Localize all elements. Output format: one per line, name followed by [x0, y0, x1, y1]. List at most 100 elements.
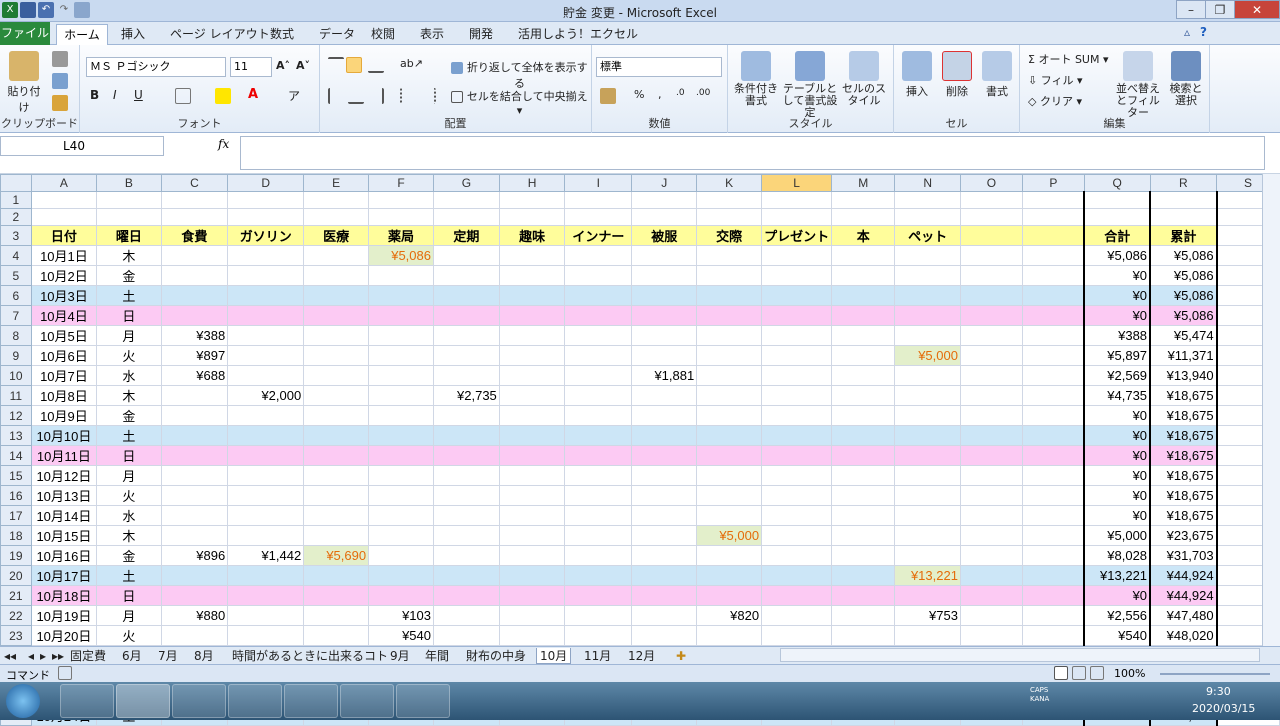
column-header[interactable]: R — [1149, 174, 1218, 192]
cell[interactable] — [160, 285, 229, 306]
cell[interactable] — [894, 208, 961, 226]
shrink-font-icon[interactable]: A˅ — [296, 59, 310, 72]
explorer-icon[interactable] — [172, 684, 226, 718]
cell[interactable] — [368, 265, 434, 286]
close-button[interactable]: ✕ — [1234, 0, 1280, 19]
cell[interactable] — [227, 425, 305, 446]
column-header[interactable]: F — [368, 174, 434, 192]
table-row[interactable]: 1 — [0, 191, 1280, 209]
cell[interactable] — [959, 425, 1023, 446]
cell[interactable] — [894, 245, 961, 266]
cell[interactable] — [894, 445, 961, 466]
table-row[interactable]: 18 10月15日木 ¥5,000 ¥5,000 ¥23,675 — [0, 525, 1280, 546]
cell[interactable] — [761, 345, 833, 366]
cell[interactable] — [303, 385, 370, 406]
cell[interactable]: 10月20日 — [30, 625, 98, 646]
column-header[interactable]: L — [761, 174, 833, 192]
cell[interactable] — [432, 545, 500, 566]
cell[interactable]: 10月19日 — [30, 605, 98, 626]
cell[interactable] — [894, 405, 961, 426]
cell[interactable] — [894, 285, 961, 306]
cell[interactable] — [1021, 505, 1085, 526]
cell[interactable] — [696, 585, 763, 606]
cell[interactable] — [1149, 191, 1218, 209]
table-row[interactable]: 13 10月10日土 ¥0 ¥18,675 — [0, 425, 1280, 446]
cell[interactable] — [368, 485, 434, 506]
cell[interactable] — [564, 385, 633, 406]
cell[interactable] — [432, 505, 500, 526]
cell[interactable] — [696, 285, 763, 306]
cell[interactable] — [432, 305, 500, 326]
cell[interactable] — [227, 265, 305, 286]
cell[interactable] — [696, 625, 763, 646]
cell[interactable] — [631, 445, 698, 466]
sheet-tab-nov[interactable]: 11月 — [584, 648, 611, 664]
cell[interactable] — [160, 385, 229, 406]
cell[interactable]: ¥47,480 — [1149, 605, 1218, 626]
cell[interactable] — [498, 365, 566, 386]
cell[interactable] — [959, 225, 1023, 246]
cell[interactable] — [498, 605, 566, 626]
cell[interactable]: 木 — [96, 385, 162, 406]
cell[interactable]: 金 — [96, 265, 162, 286]
column-header[interactable]: D — [227, 174, 305, 192]
cell[interactable]: ¥18,675 — [1149, 445, 1218, 466]
restore-button[interactable]: ❐ — [1205, 0, 1235, 19]
cell[interactable] — [368, 505, 434, 526]
cell[interactable] — [1021, 625, 1085, 646]
cell[interactable]: ¥1,881 — [631, 365, 698, 386]
cell[interactable]: ¥5,086 — [1149, 305, 1218, 326]
cell[interactable] — [564, 325, 633, 346]
row-header[interactable]: 3 — [0, 225, 32, 246]
cell[interactable] — [432, 345, 500, 366]
cell[interactable] — [432, 465, 500, 486]
row-header[interactable]: 18 — [0, 525, 32, 546]
column-header[interactable]: Q — [1083, 174, 1151, 192]
cell[interactable]: 定期 — [432, 225, 500, 246]
row-header[interactable]: 13 — [0, 425, 32, 446]
cell[interactable] — [1021, 245, 1085, 266]
cell[interactable]: ペット — [894, 225, 961, 246]
format-painter-icon[interactable] — [52, 95, 68, 111]
cell[interactable]: プレゼント — [761, 225, 833, 246]
cell[interactable] — [227, 445, 305, 466]
cell[interactable]: 10月15日 — [30, 525, 98, 546]
cell[interactable] — [303, 285, 370, 306]
cell[interactable] — [761, 525, 833, 546]
cell[interactable]: 月 — [96, 605, 162, 626]
cell[interactable]: 水 — [96, 365, 162, 386]
cell[interactable] — [894, 265, 961, 286]
tab-data[interactable]: データ — [319, 25, 355, 42]
name-box[interactable]: L40 — [0, 136, 164, 156]
row-header[interactable]: 10 — [0, 365, 32, 386]
cell[interactable] — [831, 565, 896, 586]
cell[interactable] — [631, 265, 698, 286]
cell[interactable] — [96, 208, 162, 226]
cell[interactable] — [498, 245, 566, 266]
cell[interactable] — [959, 525, 1023, 546]
cell[interactable] — [761, 565, 833, 586]
cell[interactable] — [959, 465, 1023, 486]
cell[interactable] — [631, 345, 698, 366]
cell[interactable]: 10月16日 — [30, 545, 98, 566]
cell[interactable] — [696, 385, 763, 406]
cell[interactable] — [831, 245, 896, 266]
cell[interactable] — [498, 545, 566, 566]
font-name-select[interactable]: ＭＳ Ｐゴシック — [86, 57, 226, 77]
cell[interactable]: ¥13,221 — [894, 565, 961, 586]
cell[interactable] — [761, 545, 833, 566]
cell[interactable]: ¥0 — [1083, 425, 1152, 446]
cell[interactable]: 月 — [96, 325, 162, 346]
cell[interactable] — [696, 208, 763, 226]
cell[interactable] — [30, 208, 98, 226]
cell[interactable] — [498, 305, 566, 326]
cell[interactable]: 交際 — [696, 225, 763, 246]
cell[interactable] — [498, 285, 566, 306]
row-header[interactable]: 5 — [0, 265, 32, 286]
column-header[interactable]: M — [831, 174, 896, 192]
cell[interactable] — [432, 245, 500, 266]
cell[interactable] — [1021, 425, 1085, 446]
cell[interactable] — [761, 405, 833, 426]
cell[interactable]: 医療 — [303, 225, 370, 246]
cell[interactable] — [894, 465, 961, 486]
